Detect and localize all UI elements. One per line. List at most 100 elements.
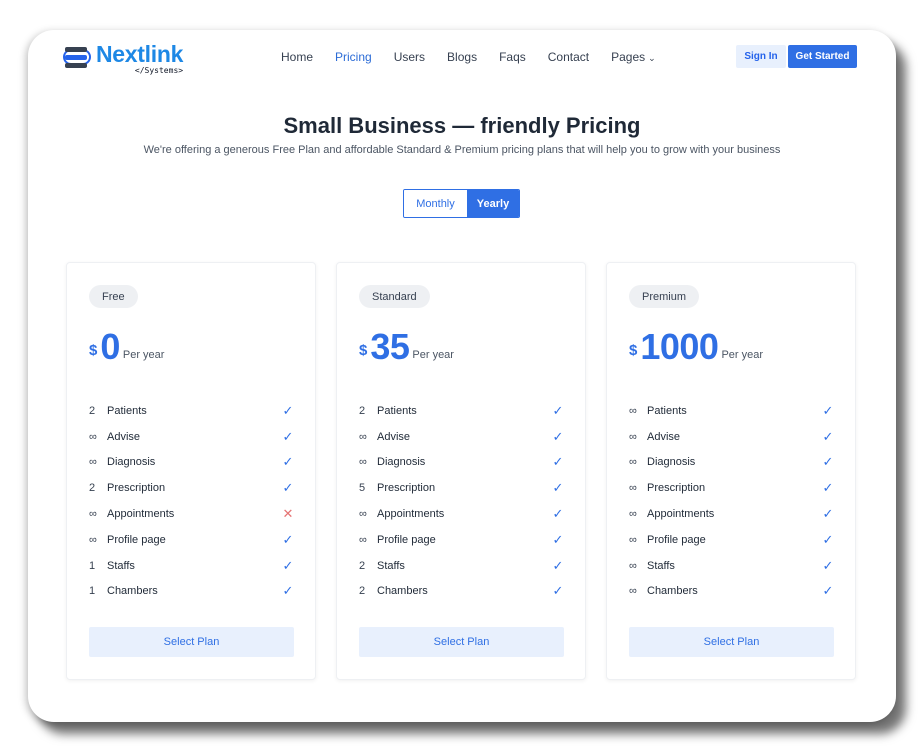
price-amount: 0 xyxy=(100,326,120,367)
price-amount: 1000 xyxy=(640,326,719,367)
feature-quantity: 2 xyxy=(89,482,96,495)
price-currency: $ xyxy=(629,342,638,359)
feature-name: Patients xyxy=(647,404,687,417)
select-plan-button[interactable]: Select Plan xyxy=(89,627,294,657)
feature-row: ∞ Prescription ✓ xyxy=(629,475,835,501)
feature-name: Staffs xyxy=(377,559,405,572)
check-icon: ✓ xyxy=(822,402,834,418)
brand-name: Nextlink xyxy=(96,41,184,67)
chevron-down-icon: ⌄ xyxy=(648,53,656,63)
feature-row: ∞ Staffs ✓ xyxy=(629,553,835,579)
feature-quantity: ∞ xyxy=(629,508,637,521)
price-period: Per year xyxy=(721,349,764,361)
plan-price: $ 1000 Per year xyxy=(629,329,763,365)
feature-row: 2 Patients ✓ xyxy=(89,398,295,424)
plan-name-badge: Standard xyxy=(359,285,430,308)
feature-name: Profile page xyxy=(377,533,436,546)
check-icon: ✓ xyxy=(822,480,834,496)
brand-logo[interactable]: Nextlink </Systems> xyxy=(63,43,183,75)
feature-list: 2 Patients ✓ ∞ Advise ✓ ∞ Diagnosis ✓ 2 … xyxy=(89,398,295,604)
nav-pricing[interactable]: Pricing xyxy=(335,50,372,64)
check-icon: ✓ xyxy=(282,557,294,573)
price-amount: 35 xyxy=(370,326,410,367)
feature-name: Chambers xyxy=(377,585,428,598)
nav-home[interactable]: Home xyxy=(281,50,313,64)
feature-name: Advise xyxy=(377,430,411,443)
feature-row: ∞ Profile page ✓ xyxy=(359,527,565,553)
price-currency: $ xyxy=(359,342,368,359)
feature-name: Prescription xyxy=(107,482,166,495)
feature-quantity: ∞ xyxy=(629,585,637,598)
check-icon: ✓ xyxy=(282,531,294,547)
feature-row: 2 Chambers ✓ xyxy=(359,579,565,605)
billing-yearly-tab[interactable]: Yearly xyxy=(467,190,519,217)
feature-quantity: ∞ xyxy=(629,559,637,572)
plan-price: $ 0 Per year xyxy=(89,329,164,365)
check-icon: ✓ xyxy=(552,583,564,599)
feature-name: Diagnosis xyxy=(107,456,156,469)
nav-users[interactable]: Users xyxy=(394,50,425,64)
select-plan-button[interactable]: Select Plan xyxy=(359,627,564,657)
feature-name: Chambers xyxy=(107,585,158,598)
feature-quantity: ∞ xyxy=(359,533,367,546)
feature-name: Advise xyxy=(647,430,681,443)
check-icon: ✓ xyxy=(822,506,834,522)
feature-row: ∞ Chambers ✓ xyxy=(629,579,835,605)
feature-quantity: 1 xyxy=(89,585,96,598)
feature-row: ∞ Patients ✓ xyxy=(629,398,835,424)
feature-quantity: ∞ xyxy=(629,482,637,495)
pricing-card-premium: Premium $ 1000 Per year ∞ Patients ✓ ∞ A… xyxy=(606,262,856,680)
check-icon: ✓ xyxy=(552,506,564,522)
feature-row: ∞ Diagnosis ✓ xyxy=(359,450,565,476)
billing-toggle: Monthly Yearly xyxy=(403,189,520,218)
nav-pages[interactable]: Pages ⌄ xyxy=(611,50,656,64)
check-icon: ✓ xyxy=(822,557,834,573)
plan-name-badge: Free xyxy=(89,285,138,308)
select-plan-button[interactable]: Select Plan xyxy=(629,627,834,657)
feature-row: ∞ Profile page ✓ xyxy=(89,527,295,553)
cross-icon: ✕ xyxy=(282,506,294,522)
check-icon: ✓ xyxy=(552,428,564,444)
feature-name: Profile page xyxy=(107,533,166,546)
feature-name: Patients xyxy=(377,404,417,417)
page-frame: Nextlink </Systems> Home Pricing Users B… xyxy=(28,30,896,722)
brand-tagline: </Systems> xyxy=(134,66,184,75)
billing-monthly-tab[interactable]: Monthly xyxy=(404,190,467,217)
feature-name: Staffs xyxy=(647,559,675,572)
price-currency: $ xyxy=(89,342,98,359)
feature-row: 1 Staffs ✓ xyxy=(89,553,295,579)
nav-faqs[interactable]: Faqs xyxy=(499,50,526,64)
feature-quantity: ∞ xyxy=(359,456,367,469)
feature-name: Staffs xyxy=(107,559,135,572)
sign-in-button[interactable]: Sign In xyxy=(736,45,786,68)
feature-quantity: 2 xyxy=(359,559,366,572)
pricing-card-free: Free $ 0 Per year 2 Patients ✓ ∞ Advise … xyxy=(66,262,316,680)
feature-row: ∞ Appointments ✓ xyxy=(629,501,835,527)
feature-list: 2 Patients ✓ ∞ Advise ✓ ∞ Diagnosis ✓ 5 … xyxy=(359,398,565,604)
check-icon: ✓ xyxy=(822,583,834,599)
check-icon: ✓ xyxy=(822,454,834,470)
nav-pages-label: Pages xyxy=(611,50,646,64)
feature-name: Patients xyxy=(107,404,147,417)
plan-name-badge: Premium xyxy=(629,285,700,308)
check-icon: ✓ xyxy=(552,402,564,418)
feature-row: 5 Prescription ✓ xyxy=(359,475,565,501)
check-icon: ✓ xyxy=(552,454,564,470)
nav-blogs[interactable]: Blogs xyxy=(447,50,477,64)
price-period: Per year xyxy=(412,349,454,361)
feature-quantity: ∞ xyxy=(629,456,637,469)
get-started-button[interactable]: Get Started xyxy=(788,45,857,68)
check-icon: ✓ xyxy=(282,454,294,470)
feature-row: ∞ Appointments ✕ xyxy=(89,501,295,527)
feature-name: Profile page xyxy=(647,533,706,546)
feature-quantity: 2 xyxy=(359,585,366,598)
pricing-card-standard: Standard $ 35 Per year 2 Patients ✓ ∞ Ad… xyxy=(336,262,586,680)
plan-price: $ 35 Per year xyxy=(359,329,454,365)
feature-name: Advise xyxy=(107,430,141,443)
page-title: Small Business — friendly Pricing xyxy=(283,113,641,138)
nav-contact[interactable]: Contact xyxy=(548,50,589,64)
feature-quantity: 1 xyxy=(89,559,96,572)
feature-quantity: ∞ xyxy=(359,430,367,443)
check-icon: ✓ xyxy=(282,583,294,599)
feature-quantity: ∞ xyxy=(89,430,97,443)
